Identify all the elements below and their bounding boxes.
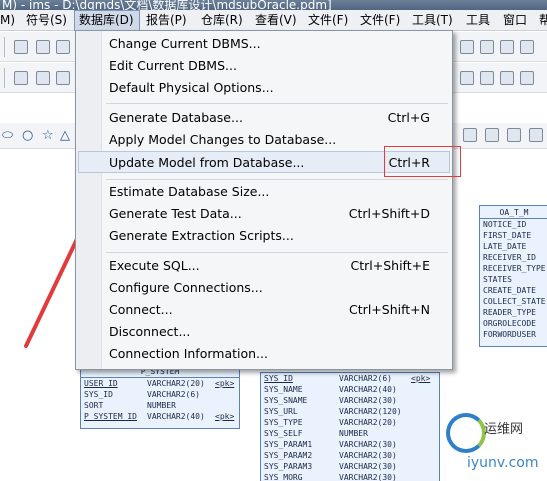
menu-item-default-physical-options[interactable]: Default Physical Options... bbox=[78, 77, 450, 99]
toolbar-separator bbox=[4, 37, 5, 57]
window-title: M) - ims - D:\dqmds\文档\数据库设计\mdsubOracle… bbox=[2, 0, 332, 10]
menu-item-shortcut: Ctrl+Shift+E bbox=[350, 258, 431, 273]
toolbar-icon-e[interactable] bbox=[14, 71, 28, 85]
circle-tool-icon[interactable]: ○ bbox=[22, 129, 33, 143]
menu-item-label: Generate Test Data... bbox=[109, 206, 242, 221]
menu-item-shortcut: Ctrl+G bbox=[387, 110, 430, 125]
toolbar-icon-f[interactable] bbox=[36, 71, 50, 85]
menu-view[interactable]: 查看(V) bbox=[255, 10, 297, 31]
toolbar-icon-g[interactable] bbox=[56, 71, 70, 85]
menu-item-shortcut: Ctrl+Shift+N bbox=[349, 302, 430, 317]
menu-item-connection-information[interactable]: Connection Information... bbox=[78, 343, 450, 365]
triangle-tool-icon[interactable]: △ bbox=[60, 129, 70, 143]
toolbar-separator bbox=[4, 68, 5, 88]
toolbar-icon-i[interactable] bbox=[480, 71, 494, 85]
menu-item-label: Connection Information... bbox=[109, 346, 268, 361]
menu-item-label: Default Physical Options... bbox=[109, 80, 274, 95]
cut-icon[interactable] bbox=[14, 40, 28, 54]
menu-file-1[interactable]: 文件(F) bbox=[308, 10, 348, 31]
palette-icon-c[interactable] bbox=[507, 128, 521, 142]
menu-item-generate-test-data[interactable]: Generate Test Data... Ctrl+Shift+D bbox=[78, 203, 450, 225]
menu-item-execute-sql[interactable]: Execute SQL... Ctrl+Shift+E bbox=[78, 255, 450, 277]
paste-icon[interactable] bbox=[56, 40, 70, 54]
menu-item-edit-dbms[interactable]: Edit Current DBMS... bbox=[78, 55, 450, 77]
menu-symbol[interactable]: 符号(S) bbox=[26, 10, 67, 31]
menu-tools-1[interactable]: 工具(T) bbox=[412, 10, 453, 31]
toolbar-icon-b[interactable] bbox=[480, 40, 494, 54]
watermark-line2: iyunv.com bbox=[467, 455, 539, 471]
menu-item-generate-extraction-scripts[interactable]: Generate Extraction Scripts... bbox=[78, 225, 450, 247]
toolbar-icon-c[interactable] bbox=[500, 40, 514, 54]
menu-item-label: Apply Model Changes to Database... bbox=[109, 132, 337, 147]
annotation-highlight-box bbox=[384, 146, 461, 177]
menu-item-generate-database[interactable]: Generate Database... Ctrl+G bbox=[78, 107, 450, 129]
menu-item-label: Execute SQL... bbox=[109, 258, 200, 273]
menu-divider bbox=[106, 179, 448, 180]
menu-item-label: Estimate Database Size... bbox=[109, 184, 270, 199]
ellipse-tool-icon[interactable]: ⬭ bbox=[2, 129, 13, 143]
menu-help[interactable]: 帮 bbox=[539, 10, 547, 31]
menu-item-estimate-database-size[interactable]: Estimate Database Size... bbox=[78, 181, 450, 203]
menu-item-configure-connections[interactable]: Configure Connections... bbox=[78, 277, 450, 299]
menu-divider bbox=[106, 103, 448, 104]
menu-repository[interactable]: 仓库(R) bbox=[201, 10, 243, 31]
watermark-logo-icon bbox=[446, 413, 486, 453]
menu-item-label: Generate Extraction Scripts... bbox=[109, 228, 294, 243]
menu-database[interactable]: 数据库(D) bbox=[74, 10, 140, 31]
toolbar-icon-h[interactable] bbox=[460, 71, 474, 85]
menu-window[interactable]: 窗口 bbox=[503, 10, 527, 31]
menu-bar: M) 符号(S) 数据库(D) 报告(P) 仓库(R) 查看(V) 文件(F) … bbox=[0, 10, 547, 31]
menu-item-label: Edit Current DBMS... bbox=[109, 58, 237, 73]
palette-icon-d[interactable] bbox=[529, 128, 543, 142]
toolbar-icon-d[interactable] bbox=[520, 40, 534, 54]
watermark-line1: 运维网 bbox=[484, 422, 524, 437]
toolbar-icon-k[interactable] bbox=[520, 71, 534, 85]
menu-model[interactable]: M) bbox=[0, 10, 15, 31]
menu-item-label: Connect... bbox=[109, 302, 173, 317]
menu-item-label: Generate Database... bbox=[109, 110, 243, 125]
menu-item-label: Update Model from Database... bbox=[109, 155, 305, 170]
menu-item-connect[interactable]: Connect... Ctrl+Shift+N bbox=[78, 299, 450, 321]
database-menu: Change Current DBMS... Edit Current DBMS… bbox=[75, 30, 453, 370]
toolbar-icon-j[interactable] bbox=[500, 71, 514, 85]
menu-item-disconnect[interactable]: Disconnect... bbox=[78, 321, 450, 343]
menu-tools-2[interactable]: 工具 bbox=[466, 10, 490, 31]
menu-item-shortcut: Ctrl+Shift+D bbox=[348, 206, 430, 221]
menu-divider bbox=[106, 252, 448, 253]
copy-icon[interactable] bbox=[36, 40, 50, 54]
menu-item-label: Change Current DBMS... bbox=[109, 36, 261, 51]
palette-icon-a[interactable] bbox=[463, 128, 477, 142]
title-bar: M) - ims - D:\dqmds\文档\数据库设计\mdsubOracle… bbox=[0, 0, 547, 10]
palette-icon-b[interactable] bbox=[485, 128, 499, 142]
menu-item-label: Disconnect... bbox=[109, 324, 191, 339]
menu-file-2[interactable]: 文件(F) bbox=[360, 10, 400, 31]
menu-report[interactable]: 报告(P) bbox=[146, 10, 187, 31]
star-tool-icon[interactable]: ☆ bbox=[42, 129, 54, 143]
menu-item-label: Configure Connections... bbox=[109, 280, 263, 295]
menu-item-change-dbms[interactable]: Change Current DBMS... bbox=[78, 33, 450, 55]
toolbar-icon-a[interactable] bbox=[460, 40, 474, 54]
